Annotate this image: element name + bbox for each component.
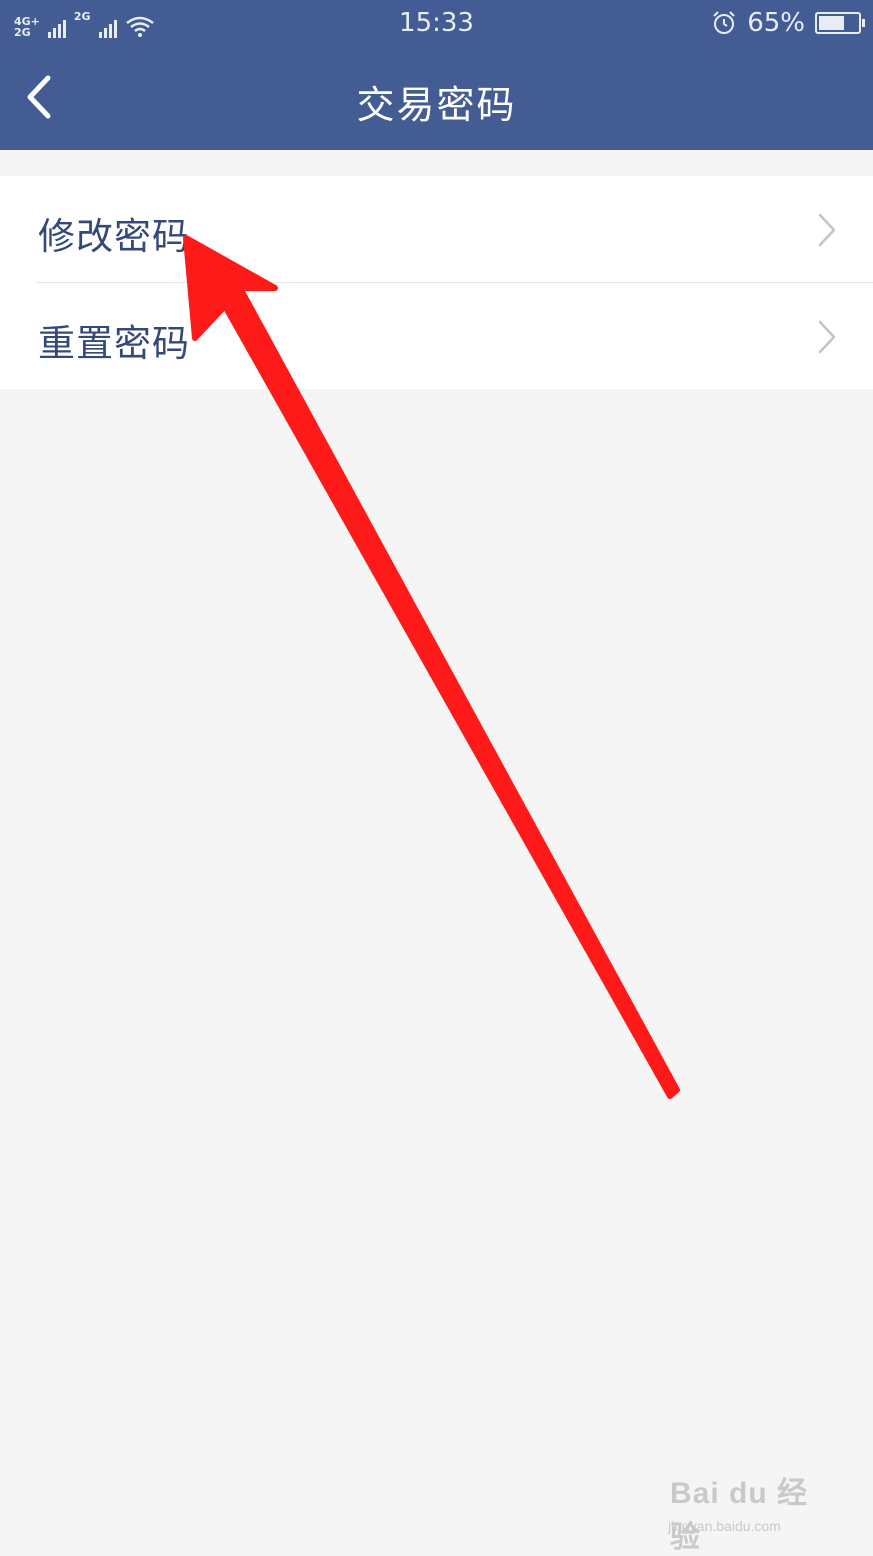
battery-icon (815, 12, 865, 34)
chevron-right-icon (818, 320, 836, 354)
list-item-reset-password[interactable]: 重置密码 (0, 283, 873, 389)
alarm-icon (713, 11, 735, 34)
list-item-label: 修改密码 (38, 215, 190, 258)
status-right-group: 65% (711, 8, 865, 38)
list-item-change-password[interactable]: 修改密码 (0, 176, 873, 282)
list-item-label: 重置密码 (38, 322, 190, 365)
watermark-brand: Bai du 经验 (670, 1477, 809, 1554)
chevron-right-icon (818, 213, 836, 247)
page-title: 交易密码 (356, 83, 517, 127)
watermark-url: jingyan.baidu.com (668, 1518, 781, 1534)
battery-fill (819, 16, 844, 30)
app-header: 4G+ 2G 2G 15:33 65% 交易密码 (0, 0, 873, 150)
settings-list: 修改密码 重置密码 (0, 176, 873, 389)
baidu-jingyan-watermark: Bai du 经验 jingyan.baidu.com (668, 1462, 838, 1554)
battery-percent: 65% (747, 8, 805, 38)
status-bar: 4G+ 2G 2G 15:33 65% (0, 0, 873, 48)
